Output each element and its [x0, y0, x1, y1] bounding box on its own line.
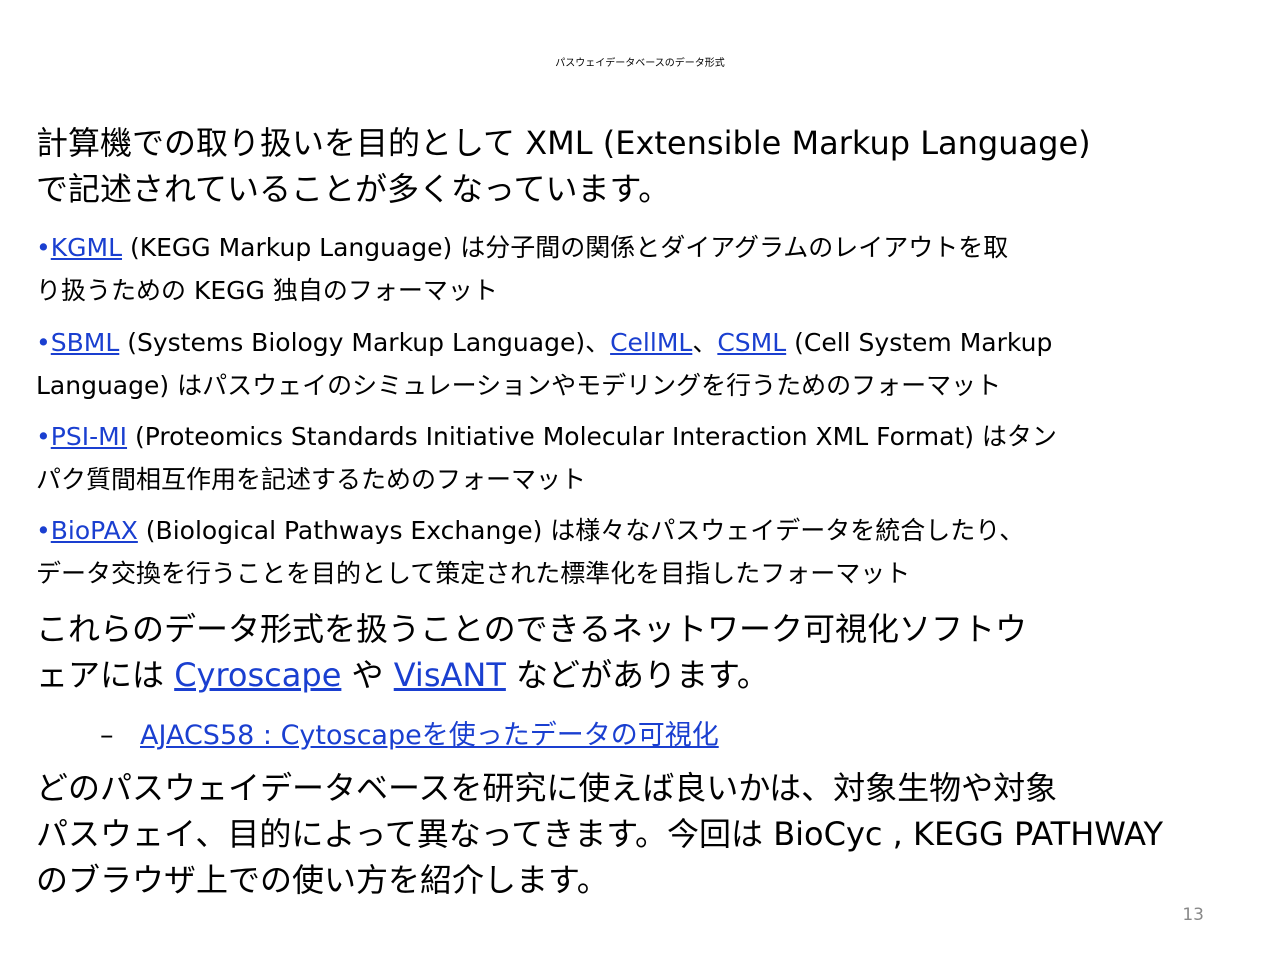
closing-line-2: パスウェイ、目的によって異なってきます。今回は BioCyc , KEGG PA…: [36, 815, 1164, 853]
bullet-text-line-2: パク質間相互作用を記述するためのフォーマット: [36, 465, 587, 494]
bullet-dot: •: [36, 516, 51, 545]
bullet-text-line-2: データ交換を行うことを目的として策定された標準化を目指したフォーマット: [36, 559, 911, 588]
intro-line-2: で記述されていることが多くなっています。: [36, 170, 671, 208]
link-sbml[interactable]: SBML: [51, 328, 120, 357]
link-biopax[interactable]: BioPAX: [51, 516, 138, 545]
page-number: 13: [1182, 905, 1204, 925]
link-psi-mi[interactable]: PSI-MI: [51, 422, 127, 451]
link-kgml[interactable]: KGML: [51, 233, 122, 262]
bullet-biopax: •BioPAX (Biological Pathways Exchange) は…: [36, 509, 1256, 595]
link-cyroscape[interactable]: Cyroscape: [174, 656, 341, 694]
intro-line-1: 計算機での取り扱いを目的として XML (Extensible Markup L…: [36, 124, 1091, 162]
software-paragraph: これらのデータ形式を扱うことのできるネットワーク可視化ソフトウ ェアには Cyr…: [36, 606, 1256, 698]
slide: パスウェイデータベースのデータ形式 計算機での取り扱いを目的として XML (E…: [0, 0, 1280, 960]
bullet-text: (Systems Biology Markup Language)、: [119, 328, 611, 357]
bullet-text-line-2: Language) はパスウェイのシミュレーションやモデリングを行うためのフォー…: [36, 371, 1002, 400]
bullet-psi-mi: •PSI-MI (Proteomics Standards Initiative…: [36, 415, 1256, 501]
sub-bullet: – AJACS58 : Cytoscapeを使ったデータの可視化: [100, 716, 719, 756]
software-line-1: これらのデータ形式を扱うことのできるネットワーク可視化ソフトウ: [36, 610, 1028, 648]
software-pre: ェアには: [36, 656, 175, 694]
bullet-text: (KEGG Markup Language) は分子間の関係とダイアグラムのレイ…: [122, 233, 1009, 262]
bullet-text: (Proteomics Standards Initiative Molecul…: [127, 422, 1057, 451]
slide-title: パスウェイデータベースのデータ形式: [555, 58, 725, 69]
link-visant[interactable]: VisANT: [394, 656, 506, 694]
closing-paragraph: どのパスウェイデータベースを研究に使えば良いかは、対象生物や対象 パスウェイ、目…: [36, 765, 1256, 903]
link-ajacs58[interactable]: AJACS58 : Cytoscapeを使ったデータの可視化: [140, 720, 719, 751]
bullet-text-continued: (Cell System Markup: [786, 328, 1053, 357]
closing-line-1: どのパスウェイデータベースを研究に使えば良いかは、対象生物や対象: [36, 769, 1058, 807]
software-mid: や: [341, 656, 394, 694]
bullet-sbml: •SBML (Systems Biology Markup Language)、…: [36, 321, 1256, 407]
bullet-kgml: •KGML (KEGG Markup Language) は分子間の関係とダイア…: [36, 226, 1256, 312]
dash: –: [100, 720, 114, 751]
closing-line-3: のブラウザ上での使い方を紹介します。: [36, 861, 609, 899]
software-post: などがあります。: [505, 656, 769, 694]
bullet-text-line-2: り扱うための KEGG 独自のフォーマット: [36, 276, 498, 305]
bullet-dot: •: [36, 233, 51, 262]
bullet-dot: •: [36, 328, 51, 357]
bullet-text: (Biological Pathways Exchange) は様々なパスウェイ…: [137, 516, 1025, 545]
separator: 、: [692, 328, 718, 357]
link-cellml[interactable]: CellML: [610, 328, 692, 357]
intro-paragraph: 計算機での取り扱いを目的として XML (Extensible Markup L…: [36, 120, 1256, 212]
bullet-dot: •: [36, 422, 51, 451]
link-csml[interactable]: CSML: [717, 328, 786, 357]
